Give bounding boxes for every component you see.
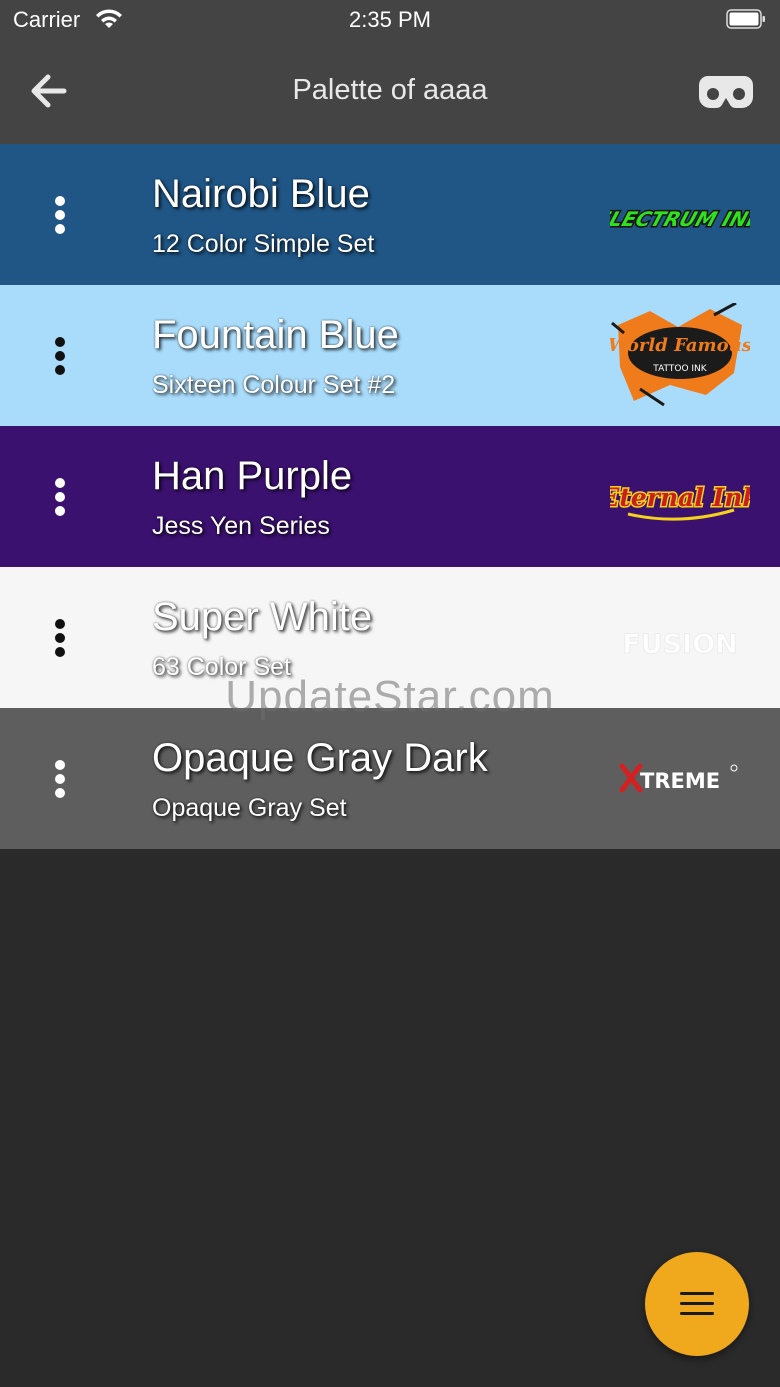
palette-set: 63 Color Set xyxy=(152,653,291,681)
brand-logo-icon: ELECTRUM INK ELECTRUM INK xyxy=(610,206,750,232)
palette-set: 12 Color Simple Set xyxy=(152,230,375,258)
palette-row-han-purple[interactable]: Han Purple Jess Yen Series Eternal Ink xyxy=(0,426,780,567)
svg-text:Eternal Ink: Eternal Ink xyxy=(610,483,750,512)
more-options-icon[interactable] xyxy=(44,192,76,238)
back-arrow-icon[interactable] xyxy=(24,68,76,114)
svg-text:FUSION: FUSION xyxy=(622,629,737,660)
palette-row-super-white[interactable]: Super White 63 Color Set FUSION xyxy=(0,567,780,708)
palette-row-nairobi-blue[interactable]: Nairobi Blue 12 Color Simple Set ELECTRU… xyxy=(0,144,780,285)
palette-name: Super White xyxy=(152,595,373,639)
svg-text:TREME: TREME xyxy=(640,769,720,793)
page-title: Palette of aaaa xyxy=(292,74,488,106)
palette-set: Opaque Gray Set xyxy=(152,794,347,822)
more-options-icon[interactable] xyxy=(44,333,76,379)
palette-list: Nairobi Blue 12 Color Simple Set ELECTRU… xyxy=(0,144,780,849)
palette-set: Sixteen Colour Set #2 xyxy=(152,371,396,399)
brand-logo-icon: World Famous TATTOO INK xyxy=(610,303,750,407)
battery-icon xyxy=(726,9,765,29)
brand-logo-icon: TREME xyxy=(619,763,738,793)
palette-set: Jess Yen Series xyxy=(152,512,330,540)
more-options-icon[interactable] xyxy=(44,474,76,520)
svg-text:World Famous: World Famous xyxy=(610,335,750,356)
menu-icon xyxy=(680,1290,714,1318)
more-options-icon[interactable] xyxy=(44,615,76,661)
status-time: 2:35 PM xyxy=(349,7,431,32)
vr-headset-icon[interactable] xyxy=(698,74,754,110)
brand-logo-icon: FUSION xyxy=(622,629,738,661)
svg-text:TATTOO INK: TATTOO INK xyxy=(652,364,708,374)
navigation-bar: Palette of aaaa xyxy=(0,42,780,144)
palette-row-fountain-blue[interactable]: Fountain Blue Sixteen Colour Set #2 Worl… xyxy=(0,285,780,426)
svg-text:ELECTRUM INK: ELECTRUM INK xyxy=(610,207,750,230)
menu-fab-button[interactable] xyxy=(645,1252,749,1356)
palette-row-opaque-gray-dark[interactable]: Opaque Gray Dark Opaque Gray Set TREME xyxy=(0,708,780,849)
brand-logo-icon: Eternal Ink xyxy=(610,482,750,521)
palette-name: Fountain Blue xyxy=(152,313,399,357)
palette-name: Nairobi Blue xyxy=(152,172,370,216)
more-options-icon[interactable] xyxy=(44,756,76,802)
palette-name: Han Purple xyxy=(152,454,353,498)
status-bar: Carrier 2:35 PM xyxy=(0,0,780,42)
palette-name: Opaque Gray Dark xyxy=(152,736,488,780)
